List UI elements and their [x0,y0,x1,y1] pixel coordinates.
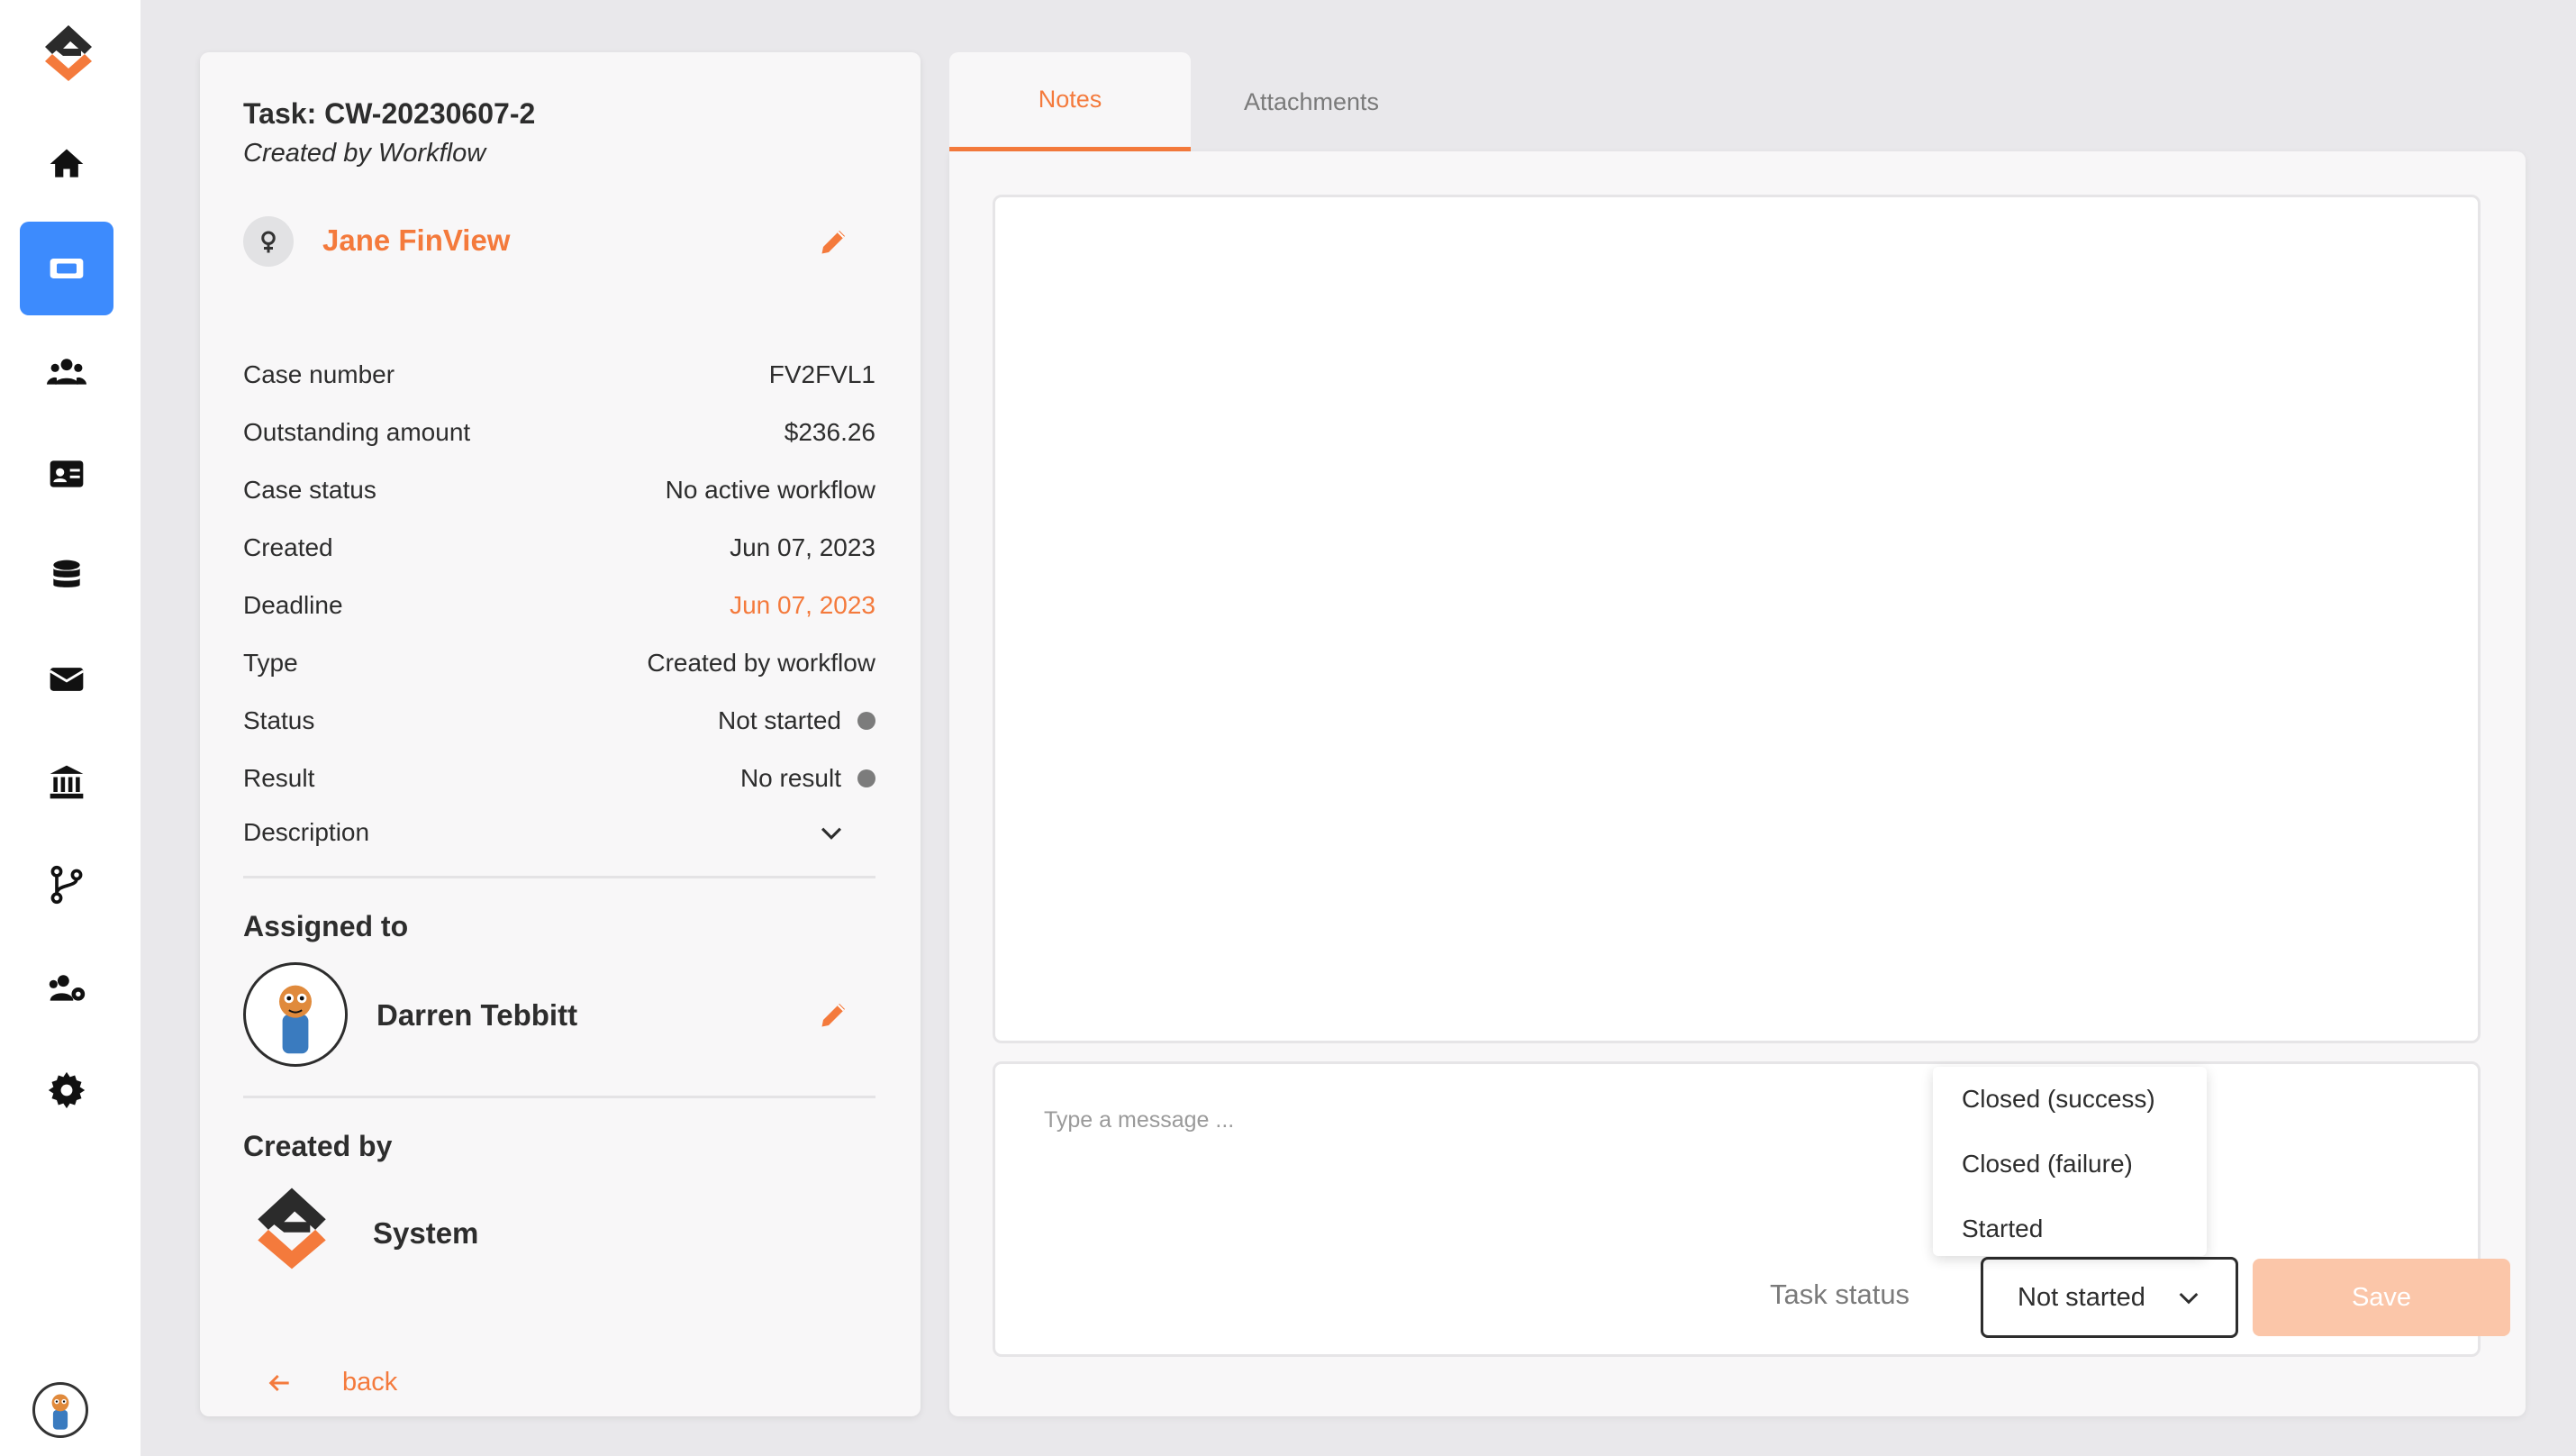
info-row-type: Type Created by workflow [243,645,875,681]
assignee-avatar-icon [279,985,312,1054]
system-logo-icon [258,1188,326,1269]
envelope-icon [49,668,85,691]
arrow-left-icon [268,1374,289,1391]
info-row-status: Status Not started [243,703,875,739]
id-card-icon [50,460,84,487]
bank-icon [50,765,84,799]
created-value: Jun 07, 2023 [730,533,875,561]
client-name-link[interactable]: Jane FinView [322,223,510,258]
brand-logo-icon[interactable] [32,22,104,83]
chevron-down-icon [821,827,842,840]
tab-notes[interactable]: Notes [949,52,1191,151]
tab-bar: Notes Attachments [949,52,1432,151]
case-status-value: No active workflow [665,476,875,504]
result-value: No result [739,764,841,792]
female-icon [261,231,276,253]
back-link[interactable]: back [265,1368,397,1397]
message-input[interactable] [1044,1107,1855,1133]
nav-contacts[interactable] [20,427,113,521]
nav-messages[interactable] [20,632,113,726]
info-row-case-number: Case number FV2FVL1 [243,357,875,393]
outstanding-amount-value: $236.26 [784,418,875,446]
gender-badge [243,216,294,267]
type-label: Type [243,649,298,677]
result-label: Result [243,764,315,792]
description-label: Description [243,818,370,846]
divider [243,1096,875,1098]
users-gear-icon [49,975,86,1001]
status-option-closed-failure[interactable]: Closed (failure) [1933,1132,2207,1197]
nav-tasks[interactable] [20,222,113,315]
info-row-case-status: Case status No active workflow [243,472,875,508]
nav-home[interactable] [20,117,113,211]
info-row-deadline: Deadline Jun 07, 2023 [243,587,875,623]
status-option-started[interactable]: Started [1933,1197,2207,1261]
ticket-icon [50,259,84,278]
info-row-created: Created Jun 07, 2023 [243,530,875,566]
task-subtitle: Created by Workflow [243,139,486,168]
message-composer: Task status Not started Save [993,1061,2510,1357]
branch-icon [50,865,83,905]
nav-database[interactable] [20,530,113,623]
tab-attachments[interactable]: Attachments [1191,52,1432,151]
status-option-closed-success[interactable]: Closed (success) [1933,1067,2207,1132]
save-button[interactable]: Save [2253,1259,2510,1336]
status-label: Status [243,706,315,734]
nav-bank[interactable] [20,735,113,829]
nav-customers[interactable] [20,324,113,418]
gear-icon [48,1071,86,1109]
case-status-label: Case status [243,476,376,504]
type-value: Created by workflow [647,649,875,677]
assigned-to-title: Assigned to [243,910,409,942]
nav-team[interactable] [20,941,113,1034]
notes-panel: Task status Not started Save [949,151,2526,1416]
result-dot [857,769,875,787]
status-value-wrap: Not started [718,706,875,735]
notes-list [993,195,2481,1043]
deadline-value: Jun 07, 2023 [730,591,875,619]
result-value-wrap: No result [740,764,875,793]
outstanding-amount-label: Outstanding amount [243,418,471,446]
edit-assignee-pencil-icon[interactable] [818,998,850,1031]
info-row-outstanding-amount: Outstanding amount $236.26 [243,414,875,450]
sidebar [0,0,141,1456]
description-toggle[interactable]: Description [243,814,875,851]
user-avatar-icon [51,1394,69,1430]
info-row-result: Result No result [243,760,875,796]
task-title: Task: CW-20230607-2 [243,97,536,130]
user-avatar[interactable] [32,1382,88,1438]
database-icon [53,560,80,587]
status-dot [857,712,875,730]
status-value: Not started [718,706,841,734]
divider [243,876,875,878]
assignee-avatar [243,962,348,1067]
created-by-title: Created by [243,1130,393,1162]
back-label: back [342,1368,398,1397]
assignee-name: Darren Tebbitt [376,998,578,1032]
case-number-label: Case number [243,360,395,388]
home-icon [50,149,84,177]
task-status-select[interactable]: Not started [1981,1257,2238,1338]
nav-settings[interactable] [20,1043,113,1137]
users-icon [47,359,86,385]
case-number-value: FV2FVL1 [768,360,875,388]
task-details-card: Task: CW-20230607-2 Created by Workflow … [200,52,921,1416]
created-label: Created [243,533,333,561]
task-status-label: Task status [1770,1279,1910,1310]
edit-client-pencil-icon[interactable] [818,225,850,258]
chevron-down-icon [2179,1292,2199,1305]
task-status-dropdown: Closed (success) Closed (failure) Starte… [1933,1067,2207,1256]
created-by-name: System [373,1216,479,1250]
nav-workflows[interactable] [20,838,113,932]
task-status-selected: Not started [2018,1282,2145,1312]
deadline-label: Deadline [243,591,343,619]
